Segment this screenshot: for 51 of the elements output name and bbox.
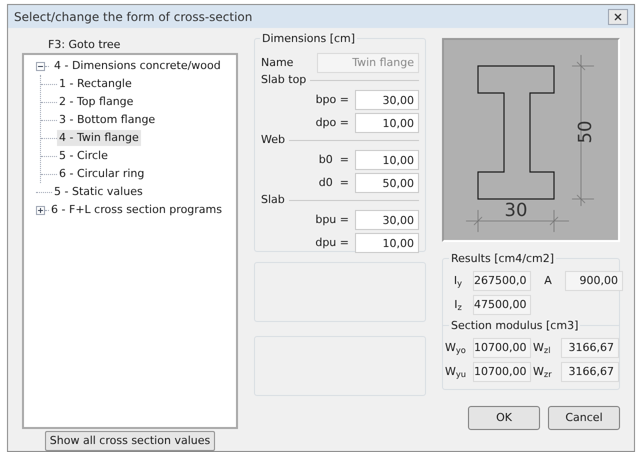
section-label: Slab: [261, 192, 285, 208]
value-field: 3166,67: [561, 362, 619, 382]
section-label: Slab top: [261, 72, 306, 88]
show-all-button[interactable]: Show all cross section values: [44, 431, 216, 451]
close-icon: [614, 12, 622, 20]
value-field: 267500,0: [473, 271, 531, 291]
value-field: 10700,00: [473, 362, 531, 382]
input-field[interactable]: 30,00: [355, 90, 419, 110]
input-field[interactable]: 10,00: [355, 150, 419, 170]
tree-item[interactable]: 5 - Static values: [52, 184, 145, 200]
result-label: W$_{zr}$: [533, 364, 553, 380]
field-label: bpo =: [316, 92, 349, 108]
dimension-label: 30: [504, 200, 528, 221]
tree-item[interactable]: 6 - F+L cross section programs: [49, 202, 224, 218]
input-field[interactable]: 50,00: [355, 173, 419, 193]
result-label: I$_{y}$: [452, 272, 464, 290]
collapse-icon[interactable]: [36, 62, 45, 70]
section-label: Web: [261, 132, 285, 148]
tree-item[interactable]: 5 - Circle: [57, 148, 110, 164]
tree-item[interactable]: 3 - Bottom flange: [57, 112, 158, 128]
result-label: W$_{zl}$: [533, 340, 552, 356]
dimension-label: 50: [575, 120, 596, 144]
field-label: dpu =: [315, 234, 349, 251]
close-button[interactable]: [608, 8, 628, 24]
value-field: 3166,67: [561, 338, 619, 358]
result-label: I$_{z}$: [453, 296, 463, 314]
cancel-button[interactable]: Cancel: [548, 406, 620, 430]
expand-icon[interactable]: [36, 206, 45, 214]
window-title: Select/change the form of cross-section: [14, 8, 252, 26]
input-field[interactable]: 10,00: [355, 113, 419, 133]
result-label: W$_{yo}$: [445, 340, 467, 356]
result-label: W$_{yu}$: [445, 364, 468, 380]
value-field: 900,00: [565, 271, 623, 291]
result-label: A: [543, 272, 553, 289]
tree-item[interactable]: 4 - Dimensions concrete/wood: [52, 58, 223, 74]
ok-button[interactable]: OK: [468, 406, 540, 430]
tree-item[interactable]: 1 - Rectangle: [57, 76, 134, 92]
tree-item[interactable]: 6 - Circular ring: [57, 166, 146, 182]
value-field: 47500,00: [473, 295, 531, 315]
tree-item[interactable]: 2 - Top flange: [57, 94, 136, 110]
field-label: dpo =: [316, 114, 349, 131]
name-field: Twin flange: [317, 53, 419, 73]
input-field[interactable]: 30,00: [355, 210, 419, 230]
tree-label: F3: Goto tree: [47, 38, 122, 52]
field-label: d0 =: [318, 174, 349, 191]
field-label: bpu =: [315, 212, 349, 228]
tree-item[interactable]: 4 - Twin flange: [57, 130, 141, 146]
field-label: b0 =: [318, 152, 349, 168]
field-label: Name: [261, 54, 294, 71]
input-field[interactable]: 10,00: [355, 233, 419, 253]
value-field: 10700,00: [473, 338, 531, 358]
